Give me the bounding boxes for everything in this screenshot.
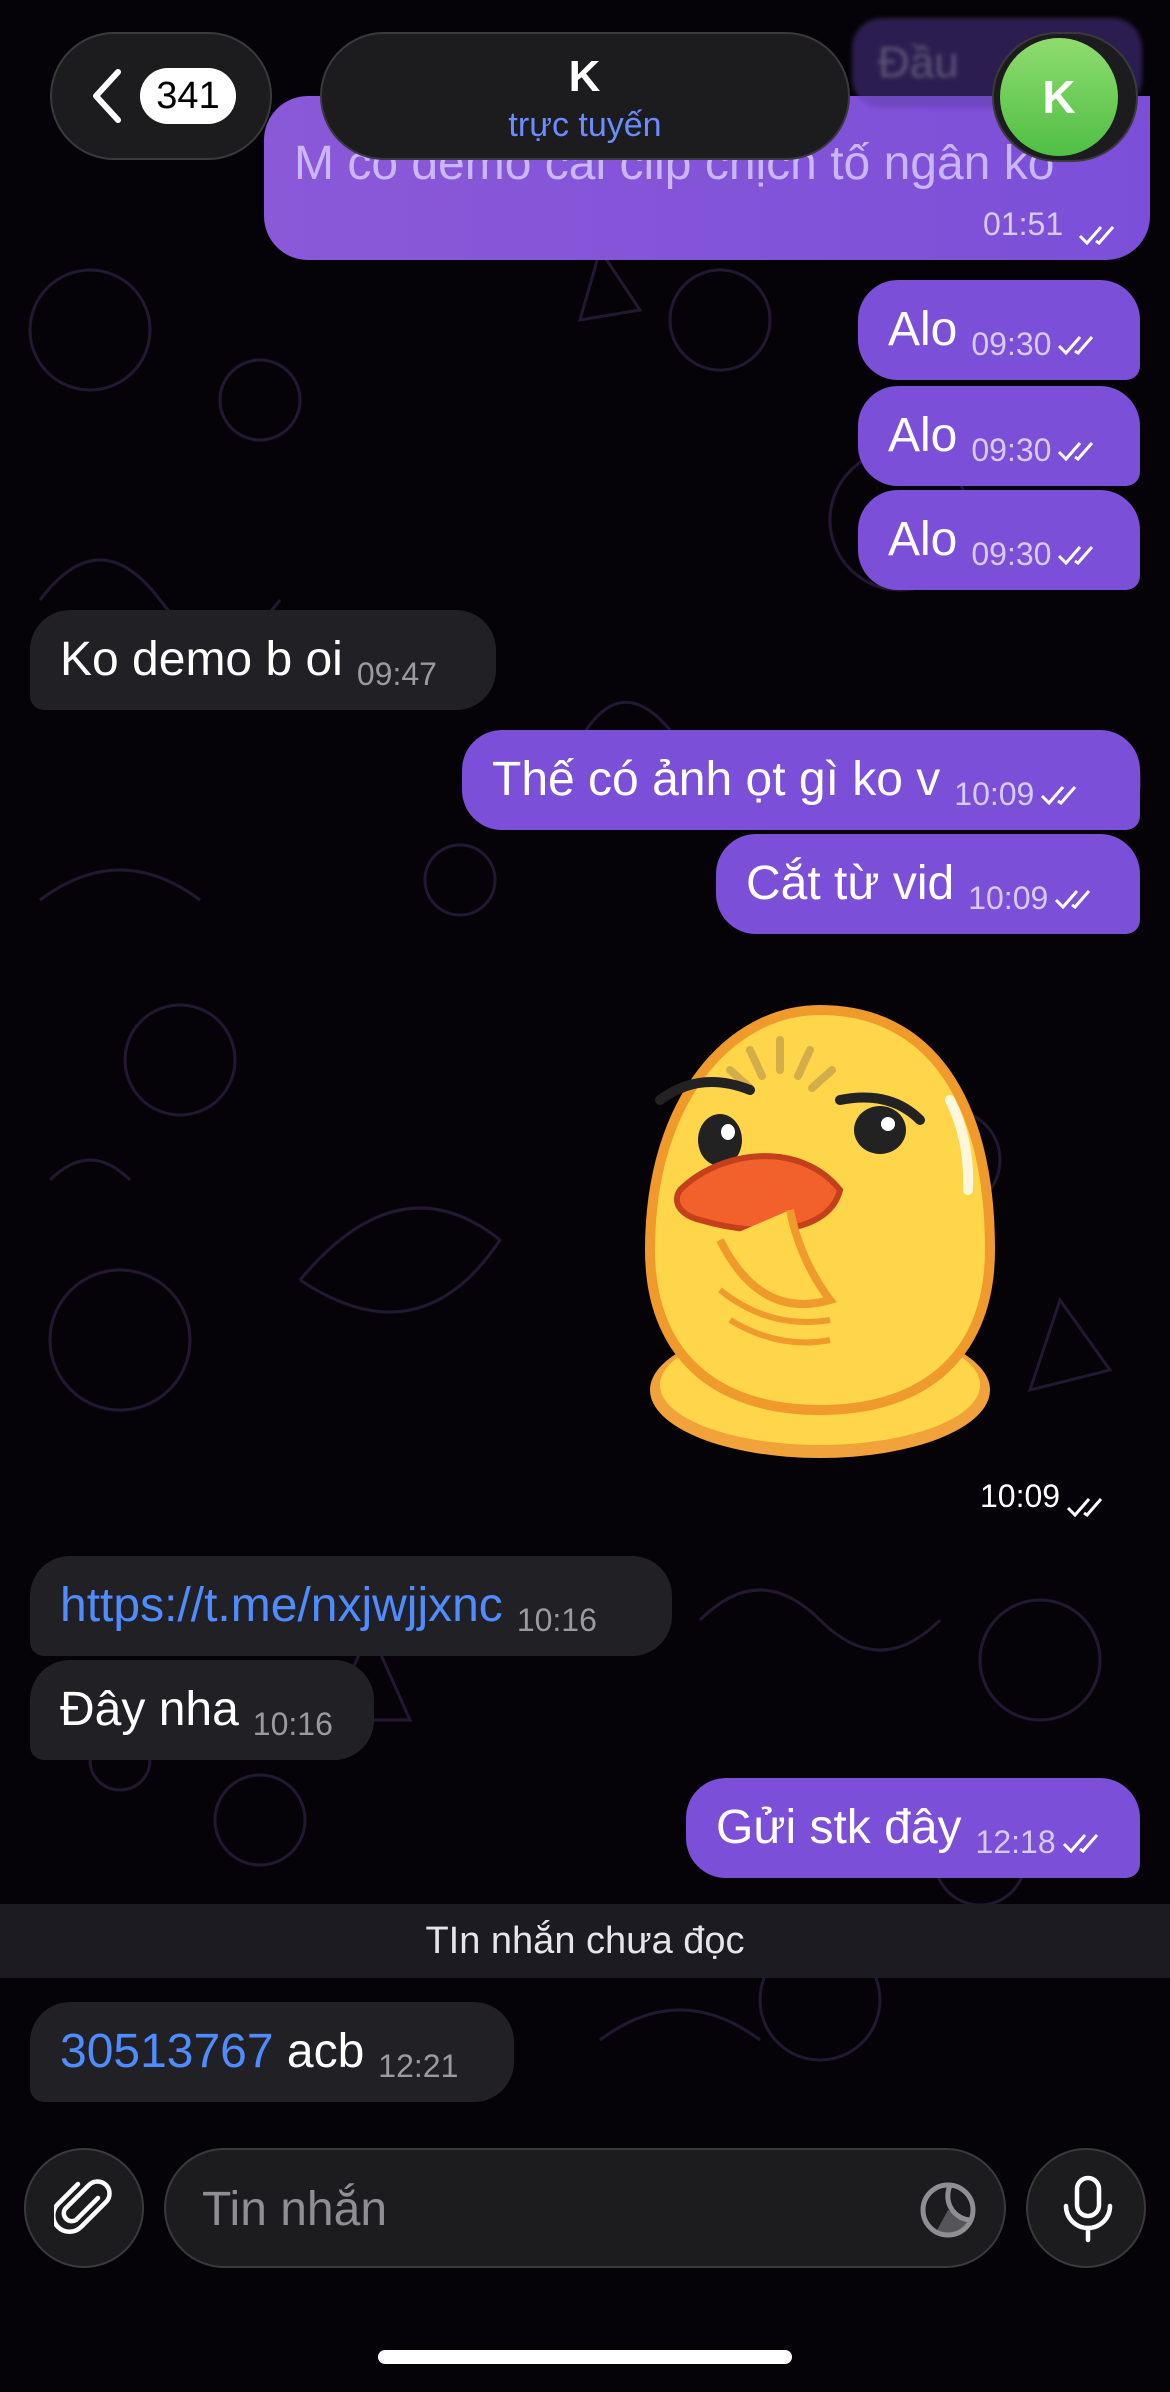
paperclip-icon [54,2179,112,2235]
message-bubble-outgoing[interactable]: Alo 09:30 [858,386,1140,486]
message-text: Đây nha [60,1683,239,1736]
message-meta: 01:51 [983,206,1122,246]
double-check-icon [1040,742,1084,806]
message-list[interactable]: M có demo cái clip chịch tố ngân ko 01:5… [0,0,1170,2120]
double-check-icon [1066,1490,1110,1518]
message-bubble-outgoing[interactable]: Thế có ảnh ọt gì ko v 10:09 [462,730,1140,830]
double-check-icon [1054,846,1098,910]
double-check-icon [1062,1790,1106,1854]
message-text: Ko demo b oi [60,633,343,686]
attach-button[interactable] [24,2148,144,2268]
message-text: Cắt từ vid [746,857,955,910]
message-time: 09:30 [971,326,1052,362]
chevron-left-icon [93,69,121,123]
message-time: 10:09 [968,880,1049,916]
message-bubble-outgoing[interactable]: Gửi stk đây 12:18 [686,1778,1140,1878]
double-check-icon [1078,218,1122,246]
account-number-link[interactable]: 30513767 [60,2025,274,2078]
double-check-icon [1057,398,1101,462]
message-text: Gửi stk đây [716,1801,962,1854]
message-text: Alo [888,409,958,462]
microphone-icon [1063,2175,1113,2243]
message-link[interactable]: https://t.me/nxjwjjxnc [60,1579,503,1632]
message-bubble-incoming[interactable]: https://t.me/nxjwjjxnc 10:16 [30,1556,672,1656]
home-indicator [378,2350,792,2364]
microphone-button[interactable] [1026,2148,1146,2268]
chat-title[interactable]: K trực tuyến [320,32,850,160]
message-text: acb [286,2025,365,2078]
message-field[interactable] [164,2148,1006,2268]
message-time: 12:21 [378,2048,459,2084]
message-time: 10:16 [516,1602,597,1638]
message-time: 10:16 [252,1706,333,1742]
back-button[interactable]: 341 [50,32,272,160]
double-check-icon [1057,502,1101,566]
duck-thinking-icon[interactable] [610,990,1030,1470]
message-time: 10:09 [980,1478,1061,1514]
message-bubble-incoming[interactable]: Ko demo b oi 09:47 [30,610,496,710]
message-time: 12:18 [975,1824,1056,1860]
message-bubble-outgoing[interactable]: Alo 09:30 [858,490,1140,590]
message-bubble-outgoing[interactable]: Cắt từ vid 10:09 [716,834,1140,934]
message-time: 01:51 [983,206,1064,242]
message-time: 10:09 [954,776,1035,812]
message-bubble-outgoing[interactable]: Alo 09:30 [858,280,1140,380]
sticker-icon[interactable] [918,2180,978,2240]
message-bubble-incoming[interactable]: 30513767 acb 12:21 [30,2002,514,2102]
message-bubble-incoming[interactable]: Đây nha 10:16 [30,1660,374,1760]
chat-name: K [568,52,602,101]
message-time: 09:30 [971,432,1052,468]
avatar[interactable]: K [1000,38,1118,156]
unread-count-badge: 341 [140,68,236,124]
message-text: Thế có ảnh ọt gì ko v [492,753,941,806]
message-text: Alo [888,513,958,566]
message-time: 09:30 [971,536,1052,572]
message-meta: 10:09 [980,1478,1110,1518]
unread-divider: TIn nhắn chưa đọc [0,1904,1170,1978]
message-time: 09:47 [356,656,437,692]
message-input[interactable] [200,2150,904,2268]
message-text: Alo [888,303,958,356]
chat-header: Đầu 341 K trực tuyến K [0,0,1170,180]
double-check-icon [1057,292,1101,356]
chat-status: trực tuyến [508,106,662,144]
